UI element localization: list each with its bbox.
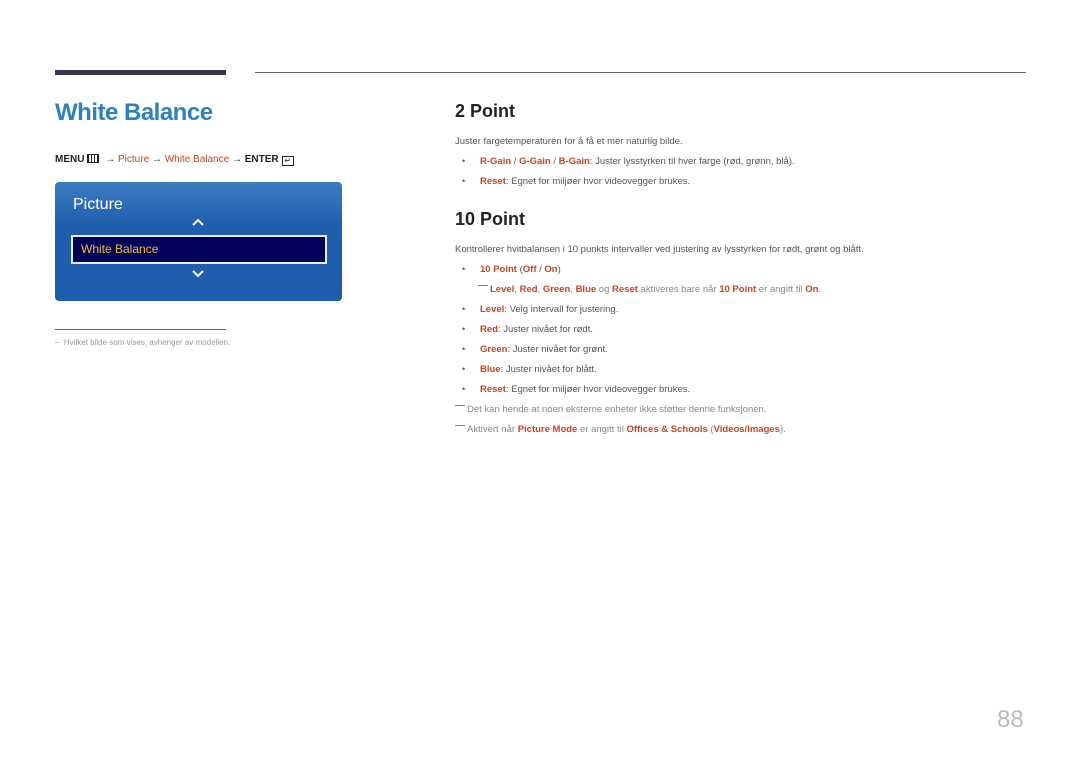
note-dash — [455, 405, 465, 406]
desc: : Egnet for miljøer hvor videovegger bru… — [505, 384, 691, 395]
text: Aktivert når — [467, 424, 518, 435]
text: er angitt til — [756, 284, 806, 295]
section-heading-10-point: 10 Point — [455, 209, 526, 229]
bullet: • — [462, 324, 466, 334]
menu-path-white-balance: White Balance — [164, 154, 230, 165]
term: Green — [542, 284, 571, 295]
menu-icon — [87, 154, 100, 163]
text: og — [596, 284, 613, 295]
term: Red — [519, 284, 538, 295]
header-bar-accent — [55, 70, 226, 75]
term: Blue — [480, 364, 501, 375]
term: Offices & Schools — [626, 424, 708, 435]
term: Videos/Images — [713, 424, 780, 435]
text: ). — [779, 424, 786, 435]
menu-path-picture: Picture — [118, 154, 150, 165]
desc: : Egnet for miljøer hvor videovegger bru… — [505, 176, 691, 187]
term: Red — [480, 324, 498, 335]
term: Reset — [480, 176, 506, 187]
text: aktiveres bare når — [637, 284, 720, 295]
sep: / — [511, 156, 520, 167]
arrow: → — [231, 154, 242, 165]
note-text: Det kan hende at noen eksterne enheter i… — [467, 404, 767, 415]
note-dash — [455, 425, 465, 426]
text: . — [818, 284, 822, 295]
osd-item-label: White Balance — [81, 242, 159, 256]
option-off: Off — [522, 264, 537, 275]
desc: : Juster nivået for blått. — [500, 364, 597, 375]
list-item: Reset: Egnet for miljøer hvor videovegge… — [480, 384, 690, 395]
desc: : Velg intervall for justering. — [504, 304, 619, 315]
term: Blue — [575, 284, 597, 295]
enter-label: ENTER — [244, 154, 279, 165]
chevron-up-icon — [192, 218, 204, 226]
bullet: • — [462, 264, 466, 274]
list-item: Level: Velg intervall for justering. — [480, 304, 618, 315]
term: Reset — [480, 384, 506, 395]
option-on: On — [544, 264, 558, 275]
sep: / — [550, 156, 559, 167]
term: B-Gain — [558, 156, 590, 167]
bullet: • — [462, 364, 466, 374]
ten-point-intro: Kontrollerer hvitbalansen i 10 punkts in… — [455, 244, 864, 255]
bullet: • — [462, 384, 466, 394]
arrow: → — [151, 154, 162, 165]
term: G-Gain — [519, 156, 551, 167]
term: Picture Mode — [517, 424, 578, 435]
term: Reset — [612, 284, 638, 295]
note-dash — [478, 285, 488, 286]
menu-path: MENU → Picture → White Balance → ENTER ↵ — [55, 154, 294, 166]
arrow: → — [105, 154, 116, 165]
note: Det kan hende at noen eksterne enheter i… — [455, 404, 766, 415]
term: Level — [480, 304, 505, 315]
term: 10 Point — [719, 284, 757, 295]
list-item: Blue: Juster nivået for blått. — [480, 364, 597, 375]
term: 10 Point — [480, 264, 517, 275]
list-item: 10 Point (Off / On) — [480, 264, 561, 275]
term: Green — [480, 344, 508, 355]
header-rule — [255, 72, 1026, 73]
desc: : Juster nivået for grønt. — [507, 344, 608, 355]
footnote-rule — [55, 329, 226, 330]
two-point-intro: Juster fargetemperaturen for å få et mer… — [455, 136, 683, 147]
osd-header: Picture — [73, 196, 123, 213]
list-item: Green: Juster nivået for grønt. — [480, 344, 608, 355]
term: On — [805, 284, 819, 295]
list-item: R-Gain / G-Gain / B-Gain: Juster lysstyr… — [480, 156, 795, 167]
bullet: • — [462, 176, 466, 186]
bullet: • — [462, 304, 466, 314]
term: Level — [490, 284, 515, 295]
section-heading-2-point: 2 Point — [455, 101, 516, 121]
desc: : Juster lysstyrken til hver farge (rød,… — [589, 156, 795, 167]
page-number: 88 — [997, 706, 1024, 733]
desc: : Juster nivået for rødt. — [497, 324, 593, 335]
term: R-Gain — [480, 156, 512, 167]
page-title: White Balance — [55, 99, 213, 126]
menu-label: MENU — [55, 154, 85, 165]
toggle-note: Level, Red, Green, Blue og Reset aktiver… — [478, 284, 821, 295]
bullet: • — [462, 156, 466, 166]
osd-menu-panel: Picture White Balance — [55, 182, 342, 301]
osd-selected-item[interactable]: White Balance — [71, 235, 327, 264]
list-item: Red: Juster nivået for rødt. — [480, 324, 593, 335]
bullet: • — [462, 344, 466, 354]
note: Aktivert når Picture Mode er angitt til … — [455, 424, 786, 435]
enter-icon: ↵ — [281, 156, 294, 166]
footnote-text: Hvilket bilde som vises, avhenger av mod… — [63, 338, 231, 347]
footnote: – Hvilket bilde som vises, avhenger av m… — [55, 338, 231, 347]
text: er angitt til — [577, 424, 627, 435]
chevron-down-icon — [192, 270, 204, 278]
list-item: Reset: Egnet for miljøer hvor videovegge… — [480, 176, 690, 187]
